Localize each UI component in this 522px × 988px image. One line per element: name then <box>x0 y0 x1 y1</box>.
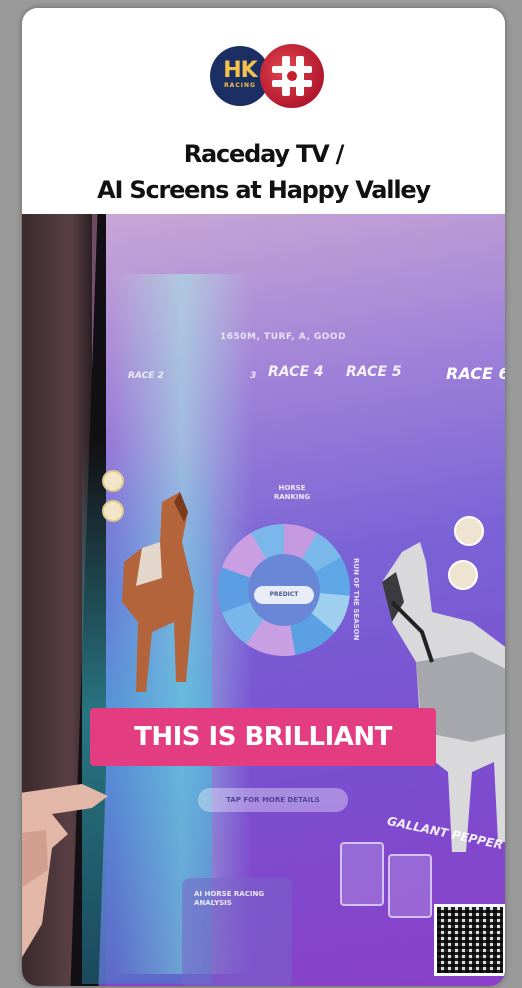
tab-race-4: RACE 4 <box>268 364 324 380</box>
stats-label: RUN OF THE SEASON <box>352 558 360 641</box>
chestnut-horse-image <box>122 492 194 692</box>
pointing-hand-image <box>22 784 108 958</box>
info-tile-2 <box>388 854 432 918</box>
race-info-text: 1650M, TURF, A, GOOD <box>220 332 347 342</box>
ring-label: HORSE RANKING <box>273 484 311 501</box>
video-frame[interactable]: 1650M, TURF, A, GOOD RACE 2 3 RACE 4 RAC… <box>22 214 505 986</box>
caption-banner: THIS IS BRILLIANT <box>90 708 436 766</box>
card-header: HK RACING Raceday TV / AI Screens at Hap… <box>22 8 505 214</box>
analysis-card-text: AI HORSE RACING ANALYSIS <box>194 890 265 907</box>
ring-center-button: PREDICT <box>254 586 314 604</box>
tab-race-6: RACE 6 <box>446 364 505 383</box>
title-line-1: Raceday TV / <box>183 140 345 168</box>
tab-race-3: 3 <box>250 371 257 381</box>
video-card[interactable]: HK RACING Raceday TV / AI Screens at Hap… <box>22 8 505 986</box>
tab-race-2: RACE 2 <box>128 371 164 381</box>
info-tile-1 <box>340 842 384 906</box>
race-tabs: RACE 2 3 RACE 4 RACE 5 RACE 6 <box>122 364 505 388</box>
page-title: Raceday TV / AI Screens at Happy Valley <box>22 136 505 208</box>
qr-code-icon <box>434 904 505 976</box>
title-line-2: AI Screens at Happy Valley <box>97 176 431 204</box>
hkjc-emblem-icon <box>260 44 324 108</box>
tab-race-5: RACE 5 <box>346 364 402 380</box>
details-pill: TAP FOR MORE DETAILS <box>198 788 348 812</box>
hk-racing-logo: HK RACING <box>210 42 328 112</box>
grey-horse-image <box>382 542 505 852</box>
